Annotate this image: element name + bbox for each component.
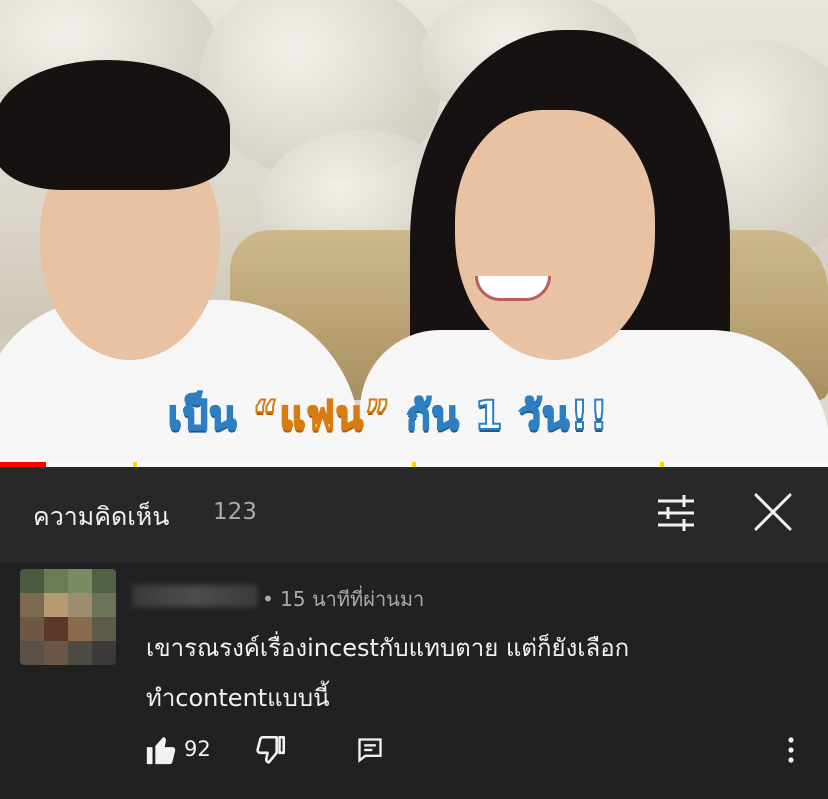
reply-button[interactable] (356, 733, 386, 767)
comment-item: • 15 นาทีที่ผ่านมา เขารณรงค์เรื่องincest… (0, 563, 828, 799)
more-vertical-icon (788, 737, 794, 763)
sliders-icon (658, 495, 694, 531)
sort-filter-button[interactable] (654, 493, 698, 533)
comment-text-line: เขารณรงค์เรื่องincestกับแทบตาย แต่ก็ยังเ… (146, 634, 630, 662)
author-name-blurred[interactable] (132, 585, 258, 607)
like-button[interactable] (144, 733, 178, 767)
video-player[interactable]: เป็น “แฟน” กัน 1 วัน!! (0, 0, 828, 467)
thumbs-up-icon (146, 736, 176, 765)
comment-text-line: ทำcontentแบบนี้ (146, 684, 330, 712)
close-icon (754, 493, 792, 531)
thumbs-down-icon (256, 735, 286, 764)
dislike-button[interactable] (254, 733, 290, 767)
comments-header: ความคิดเห็น 123 (0, 467, 828, 563)
like-count: 92 (184, 737, 211, 761)
more-options-button[interactable] (776, 733, 806, 767)
woman-face (455, 110, 655, 360)
close-comments-button[interactable] (750, 493, 794, 533)
comment-timestamp: • 15 นาทีที่ผ่านมา (262, 587, 425, 611)
avatar[interactable] (20, 569, 116, 665)
video-caption: เป็น “แฟน” กัน 1 วัน!! (167, 392, 609, 440)
comments-title: ความคิดเห็น (33, 502, 170, 531)
comments-count: 123 (213, 499, 257, 525)
reply-icon (358, 738, 382, 763)
comment-text: เขารณรงค์เรื่องincestกับแทบตาย แต่ก็ยังเ… (146, 623, 786, 723)
